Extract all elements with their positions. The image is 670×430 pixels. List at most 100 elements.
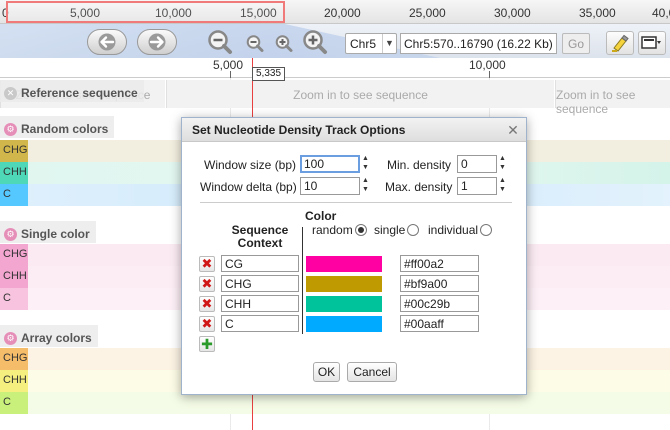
color-hex-input[interactable]: #00aaff — [400, 315, 479, 332]
color-hex-input[interactable]: #ff00a2 — [400, 255, 479, 272]
chromosome-select[interactable]: Chr5 ▼ — [345, 33, 397, 54]
color-mode-single-radio[interactable] — [407, 224, 419, 236]
remove-context-button[interactable]: ✖ — [199, 296, 215, 312]
min-density-label: Min. density — [387, 158, 452, 172]
delete-x-icon: ✖ — [201, 296, 213, 311]
chevron-up-icon[interactable]: ▲ — [496, 177, 509, 186]
color-mode-individual-radio[interactable] — [480, 224, 492, 236]
color-mode-random-radio[interactable] — [355, 224, 367, 236]
track-label-array[interactable]: ⚙ Array colors — [0, 325, 98, 347]
context-input[interactable]: C — [221, 315, 299, 332]
zoom-out-small-button[interactable] — [244, 33, 266, 55]
color-hex-input[interactable]: #00c29b — [400, 295, 479, 312]
track-label-random[interactable]: ⚙ Random colors — [0, 116, 115, 138]
divider — [200, 202, 512, 203]
chevron-down-icon[interactable]: ▼ — [359, 164, 372, 173]
context-label-chg: CHG — [0, 140, 28, 162]
remove-context-button[interactable]: ✖ — [199, 316, 215, 332]
color-swatch[interactable] — [306, 276, 382, 292]
chevron-down-icon[interactable]: ▼ — [359, 186, 372, 195]
max-density-input[interactable]: 1 — [457, 177, 497, 195]
context-input[interactable]: CG — [221, 255, 299, 272]
zoom-out-icon — [208, 30, 232, 54]
sequence-context-header: Sequence Context — [231, 223, 289, 250]
close-icon[interactable]: ✕ — [505, 122, 521, 138]
track-menu-icon[interactable]: ⚙ — [4, 227, 17, 241]
min-density-stepper[interactable]: ▲ ▼ — [496, 155, 509, 173]
color-header: Color — [305, 209, 337, 223]
remove-context-button[interactable]: ✖ — [199, 276, 215, 292]
track-label-reference[interactable]: ✕ Reference sequence — [0, 80, 144, 102]
context-label-c: C — [0, 184, 28, 206]
delete-x-icon: ✖ — [201, 256, 213, 271]
context-label-chg: CHG — [0, 244, 28, 266]
window-delta-stepper[interactable]: ▲ ▼ — [359, 177, 372, 195]
window-size-input[interactable]: 100 — [300, 155, 360, 173]
ruler-label: 10,000 — [469, 58, 506, 72]
context-label-chh: CHH — [0, 266, 28, 288]
position-cursor-label: 5,335 — [252, 67, 286, 81]
dialog-titlebar[interactable]: Set Nucleotide Density Track Options ✕ — [182, 118, 526, 142]
min-density-input[interactable]: 0 — [457, 155, 497, 173]
chevron-up-icon[interactable]: ▲ — [496, 155, 509, 164]
window-delta-input[interactable]: 10 — [300, 177, 360, 195]
chevron-down-icon[interactable]: ▼ — [496, 164, 509, 173]
add-context-button[interactable]: ✚ — [199, 336, 215, 352]
pan-left-button[interactable] — [87, 29, 127, 55]
location-input[interactable]: Chr5:570..16790 (16.22 Kb) — [400, 33, 557, 54]
go-button[interactable]: Go — [562, 33, 590, 54]
chevron-up-icon[interactable]: ▲ — [359, 155, 372, 164]
chevron-down-icon[interactable]: ▼ — [496, 186, 509, 195]
track-label-text: Reference sequence — [21, 86, 138, 100]
delete-x-icon: ✖ — [201, 316, 213, 331]
track-menu-icon[interactable]: ⚙ — [4, 122, 17, 136]
overview-tick: 30,000 — [494, 6, 531, 20]
context-input[interactable]: CHG — [221, 275, 299, 292]
pan-right-button[interactable] — [137, 29, 177, 55]
ruler-label: 5,000 — [213, 58, 244, 72]
track-menu-icon[interactable]: ⚙ — [4, 331, 17, 345]
color-mode-random-label: random — [312, 223, 353, 237]
ref-block: Zoom in to see sequence — [166, 80, 554, 108]
context-label-chg: CHG — [0, 348, 28, 370]
remove-context-button[interactable]: ✖ — [199, 256, 215, 272]
density-strip — [0, 392, 670, 414]
overview-tick: 25,000 — [409, 6, 446, 20]
window-size-stepper[interactable]: ▲ ▼ — [359, 155, 372, 173]
chevron-down-icon: ▼ — [382, 34, 396, 53]
close-track-icon[interactable]: ✕ — [4, 86, 17, 100]
screen-button[interactable] — [638, 31, 666, 55]
track-label-text: Single color — [21, 227, 90, 241]
track-label-single[interactable]: ⚙ Single color — [0, 221, 96, 243]
max-density-label: Max. density — [385, 180, 453, 194]
plus-icon: ✚ — [201, 336, 213, 352]
ok-button[interactable]: OK — [313, 362, 340, 382]
color-hex-input[interactable]: #bf9a00 — [400, 275, 479, 292]
density-options-dialog: Set Nucleotide Density Track Options ✕ W… — [181, 117, 527, 395]
overview-tick: 40,000 — [652, 6, 670, 20]
ruler-tick — [489, 71, 490, 78]
color-swatch[interactable] — [306, 296, 382, 312]
highlight-button[interactable] — [606, 31, 634, 55]
window-size-label: Window size (bp) — [204, 158, 297, 172]
chromosome-value: Chr5 — [350, 37, 377, 51]
color-swatch[interactable] — [306, 256, 382, 272]
context-label-chh: CHH — [0, 370, 28, 392]
context-input[interactable]: CHH — [221, 295, 299, 312]
overview-location-box[interactable] — [6, 1, 285, 23]
zoom-in-big-button[interactable] — [300, 29, 330, 57]
zoom-out-icon — [246, 35, 264, 52]
chevron-up-icon[interactable]: ▲ — [359, 177, 372, 186]
arrow-right-icon — [148, 33, 166, 51]
screen-icon — [641, 36, 661, 49]
window-delta-label: Window delta (bp) — [200, 180, 297, 194]
cancel-button[interactable]: Cancel — [347, 362, 397, 382]
overview-ruler[interactable]: 0 5,000 10,000 15,000 20,000 25,000 30,0… — [0, 0, 670, 24]
color-swatch[interactable] — [306, 316, 382, 332]
max-density-stepper[interactable]: ▲ ▼ — [496, 177, 509, 195]
zoom-out-big-button[interactable] — [205, 29, 235, 57]
zoom-in-small-button[interactable] — [273, 33, 295, 55]
delete-x-icon: ✖ — [201, 276, 213, 291]
detail-ruler[interactable]: 5,000 10,000 — [0, 58, 670, 78]
color-mode-single-label: single — [374, 223, 406, 237]
